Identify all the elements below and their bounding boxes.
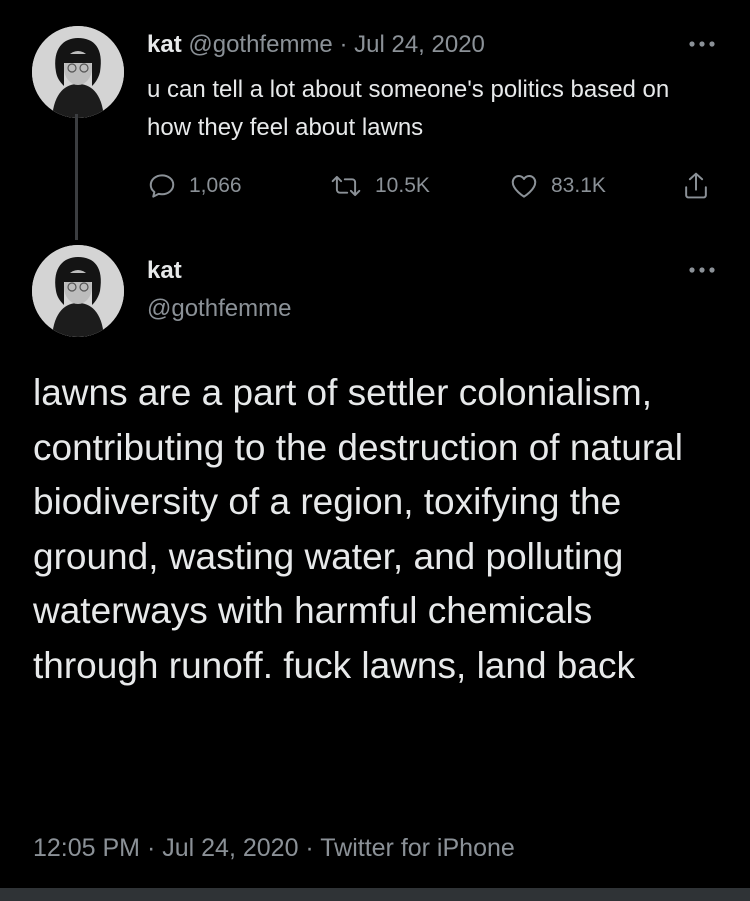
reply-tweet-header: kat @gothfemme · Jul 24, 2020	[147, 30, 485, 60]
reply-action[interactable]: 1,066	[147, 168, 242, 204]
main-display-name[interactable]: kat	[147, 256, 182, 286]
more-horizontal-icon[interactable]	[686, 260, 718, 280]
tweet-time[interactable]: 12:05 PM	[33, 834, 140, 862]
retweet-icon	[331, 175, 361, 197]
tweet-source[interactable]: Twitter for iPhone	[320, 834, 515, 862]
like-action[interactable]: 83.1K	[509, 168, 606, 204]
tweet-date[interactable]: Jul 24, 2020	[162, 834, 298, 862]
tweet-metadata: 12:05 PM · Jul 24, 2020 · Twitter for iP…	[33, 830, 515, 866]
reply-count: 1,066	[189, 174, 242, 197]
like-count: 83.1K	[551, 174, 606, 197]
main-tweet-text: lawns are a part of settler colonialism,…	[33, 372, 683, 686]
avatar-image	[32, 26, 124, 118]
retweet-action[interactable]: 10.5K	[329, 168, 430, 204]
avatar-image	[32, 245, 124, 337]
more-horizontal-icon[interactable]	[686, 34, 718, 54]
comment-icon	[149, 174, 175, 198]
meta-separator: ·	[146, 834, 156, 862]
meta-separator: ·	[305, 834, 314, 862]
main-handle[interactable]: @gothfemme	[147, 294, 291, 324]
share-action[interactable]	[681, 168, 711, 204]
retweet-count: 10.5K	[375, 174, 430, 197]
reply-action-bar: 1,066 10.5K 83.1K	[147, 168, 727, 204]
reply-handle[interactable]: @gothfemme	[188, 31, 332, 58]
share-icon	[685, 172, 707, 199]
avatar[interactable]	[32, 26, 124, 118]
reply-date[interactable]: Jul 24, 2020	[354, 31, 485, 58]
heart-icon	[511, 175, 537, 198]
reply-display-name[interactable]: kat	[147, 31, 182, 58]
reply-tweet-text: u can tell a lot about someone's politic…	[147, 76, 670, 141]
reply-separator: ·	[339, 31, 348, 58]
thread-connector	[75, 114, 78, 240]
avatar[interactable]	[32, 245, 124, 337]
divider	[0, 888, 750, 901]
